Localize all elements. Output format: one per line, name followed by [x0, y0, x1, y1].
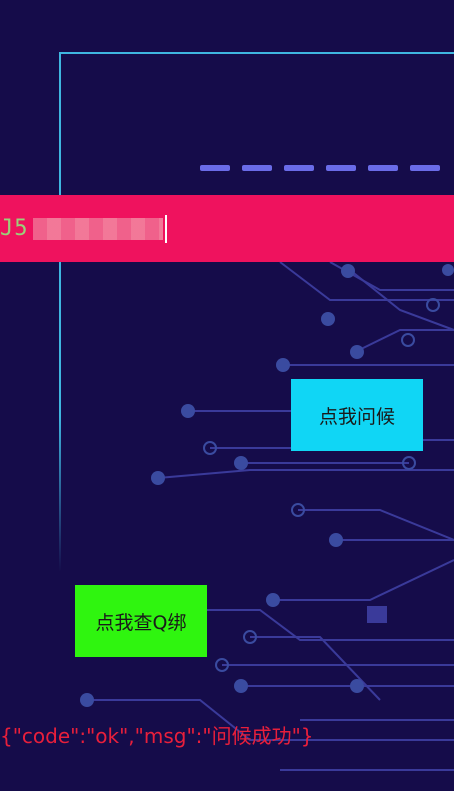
dash-decoration — [410, 165, 440, 171]
redacted-mask — [32, 217, 163, 240]
dash-decoration — [326, 165, 356, 171]
dash-decoration — [242, 165, 272, 171]
input-visible-prefix: J5 — [0, 216, 29, 241]
qq-number-input[interactable]: J5 — [0, 195, 454, 262]
frame-top-border — [59, 52, 454, 54]
frame-left-border — [59, 52, 61, 572]
dash-decoration — [368, 165, 398, 171]
dash-decoration — [284, 165, 314, 171]
input-value: J5 — [0, 214, 167, 243]
check-q-binding-button[interactable]: 点我查Q绑 — [75, 585, 207, 657]
greet-button[interactable]: 点我问候 — [291, 379, 423, 451]
dash-decoration — [200, 165, 230, 171]
response-text: {"code":"ok","msg":"问候成功"} — [0, 724, 314, 748]
text-cursor — [164, 214, 167, 243]
